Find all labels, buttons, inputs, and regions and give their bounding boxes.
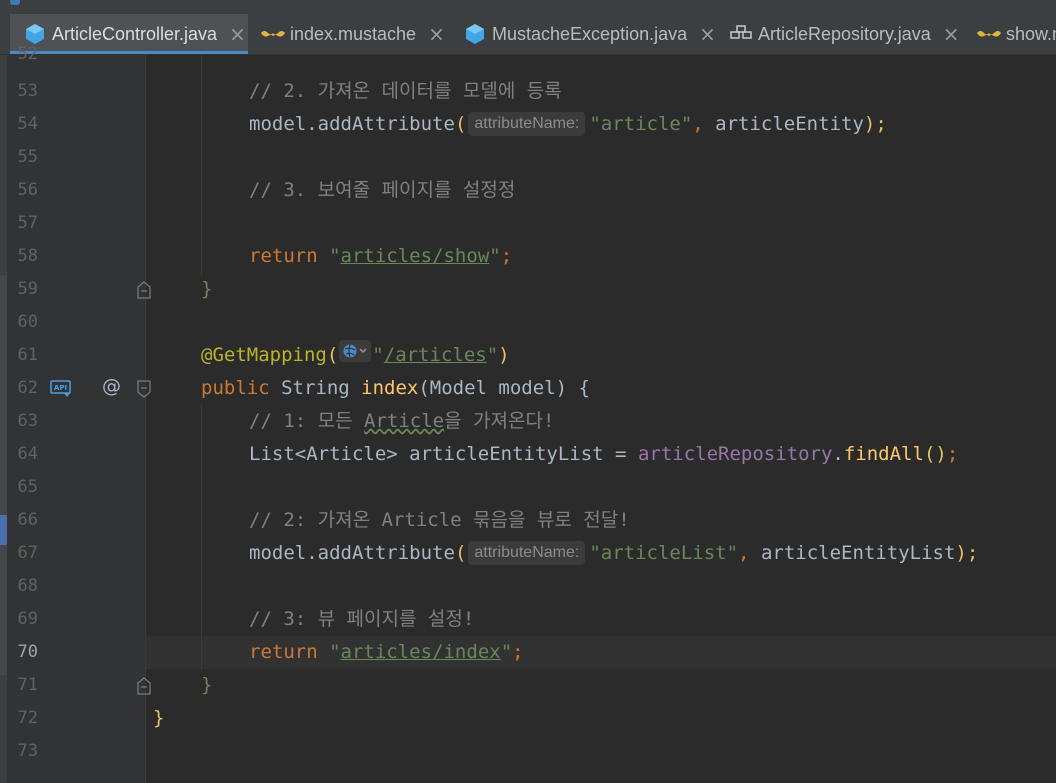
comment: // 2: 가져온 Article 묶음을 뷰로 전달! <box>249 509 630 531</box>
code-line-64: 64 List<Article> articleEntityList = art… <box>0 438 1056 471</box>
code-line-57: 57 <box>0 207 1056 240</box>
mustache-icon <box>260 23 286 45</box>
line-number: 62 <box>17 378 38 398</box>
line-number: 58 <box>17 246 38 266</box>
code-line-52: 52 <box>0 44 1056 66</box>
line-number: 53 <box>17 81 38 101</box>
line-number: 56 <box>17 180 38 200</box>
code-line-72: 72 } <box>0 702 1056 735</box>
code-line-63: 63 // 1: 모든 Article을 가져온다! <box>0 405 1056 438</box>
line-number: 68 <box>17 576 38 596</box>
return-statement: return "articles/index"; <box>249 641 524 663</box>
tab-label: ArticleRepository.java <box>758 23 931 44</box>
line-number: 69 <box>17 609 38 629</box>
annotation-line: @GetMapping("/articles") <box>201 339 510 372</box>
code-line-61: 61 @GetMapping("/articles") <box>0 339 1056 372</box>
line-number: 60 <box>17 312 38 332</box>
return-statement: return "articles/show"; <box>249 245 513 267</box>
interface-icon <box>730 23 752 45</box>
comment: // 2. 가져온 데이터를 모델에 등록 <box>249 80 562 102</box>
code-line-70: 70 return "articles/index"; <box>0 636 1056 669</box>
code-statement: model.addAttribute(attributeName: "articl… <box>249 112 887 136</box>
line-number: 52 <box>17 44 38 64</box>
closing-brace: } <box>201 674 213 696</box>
url-globe-icon[interactable] <box>339 340 372 362</box>
code-line-54: 54 model.addAttribute(attributeName: "art… <box>0 108 1056 141</box>
code-line-53: 53 // 2. 가져온 데이터를 모델에 등록 <box>0 75 1056 108</box>
line-number: 57 <box>17 213 38 233</box>
tab-bar-top-strip <box>0 0 1056 14</box>
code-line-59: 59 } <box>0 273 1056 306</box>
mustache-icon <box>976 23 1002 45</box>
parameter-hint: attributeName: <box>468 112 586 136</box>
view-path-link[interactable]: articles/show <box>341 245 490 267</box>
close-tab-icon[interactable]: × <box>943 22 960 46</box>
code-line-62: 62 public String index(Model model) { <box>0 372 1056 405</box>
code-line-56: 56 // 3. 보여줄 페이지를 설정정 <box>0 174 1056 207</box>
code-line-55: 55 <box>0 141 1056 174</box>
line-number: 54 <box>17 114 38 134</box>
view-path-link[interactable]: articles/index <box>341 641 501 663</box>
tab-label: ArticleController.java <box>52 23 218 44</box>
line-number: 61 <box>17 345 38 365</box>
line-number: 71 <box>17 675 38 695</box>
java-class-icon <box>24 23 46 45</box>
line-number: 64 <box>17 444 38 464</box>
code-line-71: 71 } <box>0 669 1056 702</box>
line-number: 72 <box>17 708 38 728</box>
line-number: 63 <box>17 411 38 431</box>
code-line-67: 67 model.addAttribute(attributeName: "art… <box>0 537 1056 570</box>
code-line-66: 66 // 2: 가져온 Article 묶음을 뷰로 전달! <box>0 504 1056 537</box>
current-line-number: 70 <box>17 642 38 662</box>
tab-label: MustacheException.java <box>492 23 688 44</box>
comment: // 3. 보여줄 페이지를 설정정 <box>249 179 516 201</box>
tab-label: show.m <box>1006 23 1056 44</box>
class-closing-brace: } <box>153 707 165 729</box>
line-number: 73 <box>17 741 38 761</box>
code-line-69: 69 // 3: 뷰 페이지를 설정! <box>0 603 1056 636</box>
code-line-58: 58 return "articles/show"; <box>0 240 1056 273</box>
code-line-68: 68 <box>0 570 1056 603</box>
line-number: 59 <box>17 279 38 299</box>
line-number: 65 <box>17 477 38 497</box>
method-declaration: public String index(Model model) { <box>201 377 590 399</box>
parameter-hint: attributeName: <box>468 541 586 565</box>
close-tab-icon[interactable]: × <box>699 22 716 46</box>
comment: // 1: 모든 Article을 가져온다! <box>249 410 555 432</box>
request-path-link[interactable]: /articles <box>384 344 487 366</box>
closing-brace: } <box>201 278 213 300</box>
close-tab-icon[interactable]: × <box>229 22 246 46</box>
line-number: 55 <box>17 147 38 167</box>
code-line-73: 73 <box>0 735 1056 768</box>
code-statement: model.addAttribute(attributeName: "articl… <box>249 541 979 565</box>
line-number: 66 <box>17 510 38 530</box>
code-statement: List<Article> articleEntityList = articl… <box>249 443 959 465</box>
line-number: 67 <box>17 543 38 563</box>
code-line-60: 60 <box>0 306 1056 339</box>
close-tab-icon[interactable]: × <box>428 22 445 46</box>
comment: // 3: 뷰 페이지를 설정! <box>249 608 475 630</box>
java-class-icon <box>464 23 486 45</box>
tab-label: index.mustache <box>290 23 417 44</box>
code-line-65: 65 <box>0 471 1056 504</box>
